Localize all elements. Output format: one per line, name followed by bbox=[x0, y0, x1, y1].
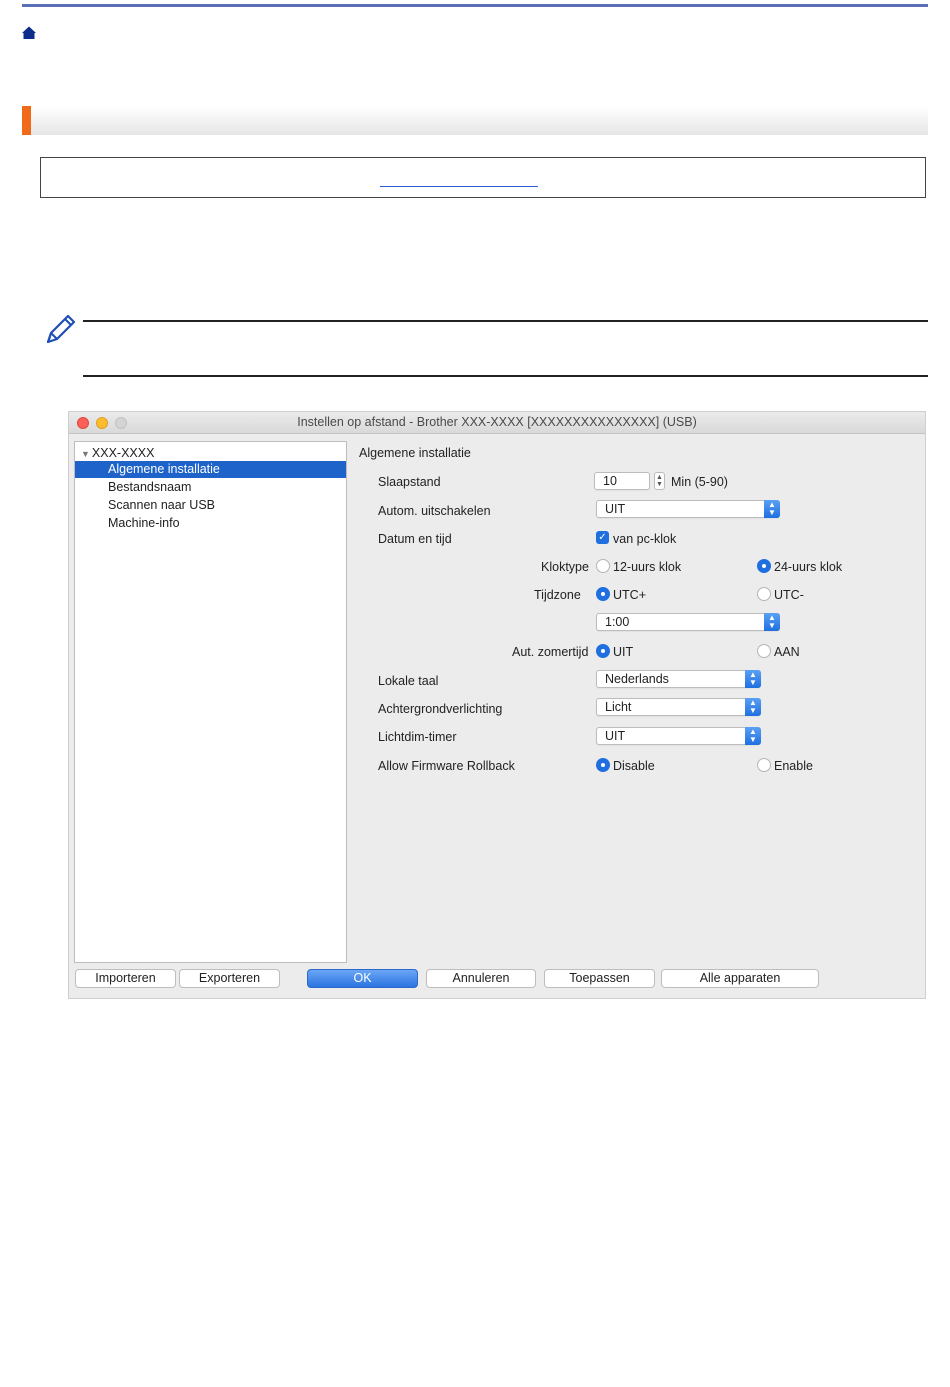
utc-plus-label: UTC+ bbox=[613, 588, 646, 602]
cancel-button[interactable]: Annuleren bbox=[426, 969, 536, 988]
sleep-stepper[interactable]: ▲ ▼ bbox=[654, 472, 665, 490]
clock-12h-label: 12-uurs klok bbox=[613, 560, 682, 574]
auto-off-value: UIT bbox=[605, 502, 626, 516]
remote-setup-window: Instellen op afstand - Brother XXX-XXXX … bbox=[68, 411, 926, 999]
firmware-rollback-label: Allow Firmware Rollback bbox=[378, 759, 515, 773]
rollback-disable-label: Disable bbox=[613, 759, 655, 773]
select-arrows-icon: ▲ ▼ bbox=[745, 698, 761, 716]
tree-root[interactable]: ▼ XXX-XXXX bbox=[81, 445, 154, 461]
all-devices-button[interactable]: Alle apparaten bbox=[661, 969, 819, 988]
section-header-bar bbox=[22, 106, 928, 135]
language-label: Lokale taal bbox=[378, 674, 439, 688]
related-link-underline[interactable] bbox=[380, 186, 538, 187]
select-arrows-icon: ▲ ▼ bbox=[764, 500, 780, 518]
dim-timer-label: Lichtdim-timer bbox=[378, 730, 457, 744]
utc-minus-label: UTC- bbox=[774, 588, 804, 602]
tree-item-file-name[interactable]: Bestandsnaam bbox=[75, 479, 346, 496]
home-icon[interactable] bbox=[21, 25, 37, 41]
note-rule-top bbox=[83, 320, 928, 322]
tree-item-scan-to-usb[interactable]: Scannen naar USB bbox=[75, 497, 346, 514]
timezone-offset-value: 1:00 bbox=[605, 615, 630, 629]
top-rule bbox=[22, 4, 928, 7]
select-arrows-icon: ▲ ▼ bbox=[745, 670, 761, 688]
language-value: Nederlands bbox=[605, 672, 669, 686]
dim-timer-value: UIT bbox=[605, 729, 626, 743]
import-button[interactable]: Importeren bbox=[75, 969, 176, 988]
related-info-box bbox=[40, 157, 926, 198]
apply-button[interactable]: Toepassen bbox=[544, 969, 655, 988]
utc-minus-radio[interactable] bbox=[757, 587, 771, 601]
section-accent bbox=[22, 106, 31, 135]
clock-24h-label: 24-uurs klok bbox=[774, 560, 843, 574]
rollback-disable-radio[interactable] bbox=[596, 758, 610, 772]
dst-label: Aut. zomertijd bbox=[512, 645, 589, 659]
tree-item-machine-info[interactable]: Machine-info bbox=[75, 515, 346, 532]
window-title: Instellen op afstand - Brother XXX-XXXX … bbox=[297, 415, 697, 429]
export-button[interactable]: Exporteren bbox=[179, 969, 280, 988]
dst-off-label: UIT bbox=[613, 645, 634, 659]
sleep-unit: Min (5-90) bbox=[671, 475, 728, 489]
sleep-label: Slaapstand bbox=[378, 475, 441, 489]
tree-item-general-setup[interactable]: Algemene installatie bbox=[75, 461, 346, 478]
note-rule-bottom bbox=[83, 375, 928, 377]
auto-off-label: Autom. uitschakelen bbox=[378, 504, 491, 518]
datetime-label: Datum en tijd bbox=[378, 532, 452, 546]
timezone-offset-select[interactable]: 1:00 ▲ ▼ bbox=[596, 613, 780, 631]
dst-on-label: AAN bbox=[774, 645, 800, 659]
utc-plus-radio[interactable] bbox=[596, 587, 610, 601]
select-arrows-icon: ▲ ▼ bbox=[764, 613, 780, 631]
disclosure-triangle-icon[interactable]: ▼ bbox=[81, 449, 90, 459]
panel-title: Algemene installatie bbox=[359, 446, 471, 460]
dst-on-radio[interactable] bbox=[757, 644, 771, 658]
timezone-label: Tijdzone bbox=[534, 588, 581, 602]
pencil-note-icon bbox=[46, 314, 76, 344]
dim-timer-select[interactable]: UIT ▲ ▼ bbox=[596, 727, 761, 745]
sleep-input[interactable]: 10 bbox=[594, 472, 650, 490]
rollback-enable-radio[interactable] bbox=[757, 758, 771, 772]
dst-off-radio[interactable] bbox=[596, 644, 610, 658]
backlight-value: Licht bbox=[605, 700, 632, 714]
tree-root-label: XXX-XXXX bbox=[91, 446, 155, 460]
ok-button[interactable]: OK bbox=[307, 969, 418, 988]
window-titlebar[interactable]: Instellen op afstand - Brother XXX-XXXX … bbox=[69, 412, 925, 434]
clock-24h-radio[interactable] bbox=[757, 559, 771, 573]
backlight-label: Achtergrondverlichting bbox=[378, 702, 503, 716]
pc-clock-checkbox[interactable]: ✓ bbox=[596, 531, 609, 544]
clock-type-label: Kloktype bbox=[541, 560, 589, 574]
rollback-enable-label: Enable bbox=[774, 759, 813, 773]
pc-clock-label: van pc-klok bbox=[613, 532, 677, 546]
auto-off-select[interactable]: UIT ▲ ▼ bbox=[596, 500, 780, 518]
settings-tree: ▼ XXX-XXXX Algemene installatie Bestandsn… bbox=[74, 441, 347, 963]
clock-12h-radio[interactable] bbox=[596, 559, 610, 573]
select-arrows-icon: ▲ ▼ bbox=[745, 727, 761, 745]
language-select[interactable]: Nederlands ▲ ▼ bbox=[596, 670, 761, 688]
backlight-select[interactable]: Licht ▲ ▼ bbox=[596, 698, 761, 716]
